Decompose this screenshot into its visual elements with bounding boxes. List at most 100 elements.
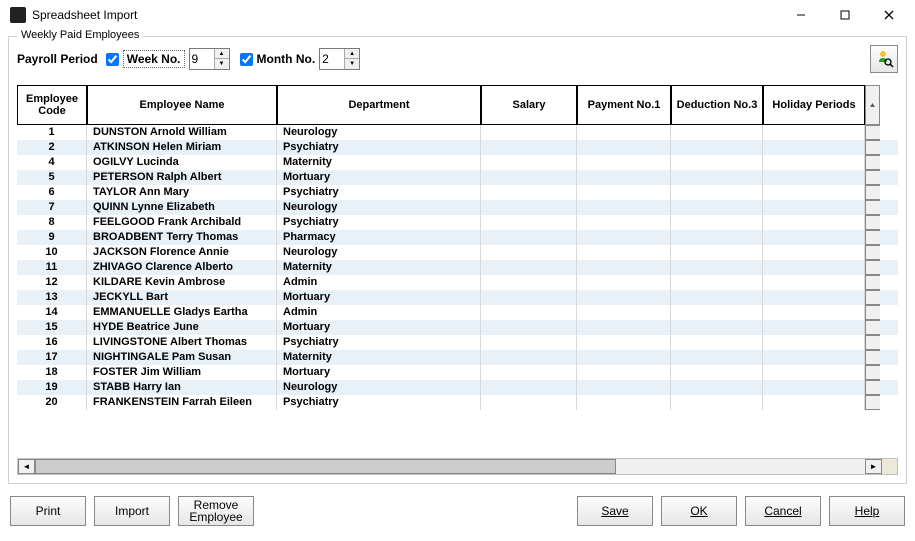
cell-salary[interactable]	[481, 155, 577, 170]
horizontal-scrollbar[interactable]: ◄ ►	[17, 458, 898, 475]
cell-holiday[interactable]	[763, 320, 865, 335]
cell-name[interactable]: OGILVY Lucinda	[87, 155, 277, 170]
cell-dept[interactable]: Neurology	[277, 245, 481, 260]
cell-dept[interactable]: Mortuary	[277, 290, 481, 305]
col-salary[interactable]: Salary	[481, 85, 577, 125]
cell-dept[interactable]: Neurology	[277, 380, 481, 395]
cell-salary[interactable]	[481, 275, 577, 290]
cell-salary[interactable]	[481, 125, 577, 140]
save-button[interactable]: Save	[577, 496, 653, 526]
cell-dept[interactable]: Neurology	[277, 125, 481, 140]
cell-code[interactable]: 5	[17, 170, 87, 185]
cell-dept[interactable]: Mortuary	[277, 365, 481, 380]
search-employee-button[interactable]	[870, 45, 898, 73]
week-up-button[interactable]: ▲	[215, 49, 229, 59]
cell-holiday[interactable]	[763, 140, 865, 155]
cell-dept[interactable]: Psychiatry	[277, 215, 481, 230]
cell-deduction[interactable]	[671, 260, 763, 275]
cell-deduction[interactable]	[671, 245, 763, 260]
cell-dept[interactable]: Psychiatry	[277, 185, 481, 200]
col-payment[interactable]: Payment No.1	[577, 85, 671, 125]
scroll-right-button[interactable]: ►	[865, 459, 882, 474]
cell-deduction[interactable]	[671, 170, 763, 185]
cell-dept[interactable]: Mortuary	[277, 170, 481, 185]
cell-deduction[interactable]	[671, 215, 763, 230]
cell-salary[interactable]	[481, 290, 577, 305]
table-row[interactable]: 4OGILVY LucindaMaternity	[17, 155, 898, 170]
cell-deduction[interactable]	[671, 380, 763, 395]
cell-name[interactable]: QUINN Lynne Elizabeth	[87, 200, 277, 215]
cell-code[interactable]: 4	[17, 155, 87, 170]
cell-holiday[interactable]	[763, 290, 865, 305]
cell-payment[interactable]	[577, 365, 671, 380]
cell-deduction[interactable]	[671, 365, 763, 380]
cell-deduction[interactable]	[671, 200, 763, 215]
cell-payment[interactable]	[577, 245, 671, 260]
cell-code[interactable]: 15	[17, 320, 87, 335]
cell-dept[interactable]: Admin	[277, 305, 481, 320]
cell-name[interactable]: ZHIVAGO Clarence Alberto	[87, 260, 277, 275]
cell-code[interactable]: 18	[17, 365, 87, 380]
cell-payment[interactable]	[577, 305, 671, 320]
cell-salary[interactable]	[481, 305, 577, 320]
cell-code[interactable]: 1	[17, 125, 87, 140]
cell-holiday[interactable]	[763, 155, 865, 170]
cell-salary[interactable]	[481, 140, 577, 155]
cell-deduction[interactable]	[671, 140, 763, 155]
cell-payment[interactable]	[577, 260, 671, 275]
table-row[interactable]: 6TAYLOR Ann MaryPsychiatry	[17, 185, 898, 200]
cell-name[interactable]: FRANKENSTEIN Farrah Eileen	[87, 395, 277, 410]
print-button[interactable]: Print	[10, 496, 86, 526]
cell-salary[interactable]	[481, 245, 577, 260]
cell-salary[interactable]	[481, 395, 577, 410]
cell-name[interactable]: LIVINGSTONE Albert Thomas	[87, 335, 277, 350]
cell-name[interactable]: JACKSON Florence Annie	[87, 245, 277, 260]
help-button[interactable]: Help	[829, 496, 905, 526]
cell-name[interactable]: FOSTER Jim William	[87, 365, 277, 380]
cell-payment[interactable]	[577, 230, 671, 245]
cell-payment[interactable]	[577, 350, 671, 365]
cell-code[interactable]: 2	[17, 140, 87, 155]
cell-code[interactable]: 19	[17, 380, 87, 395]
cell-code[interactable]: 16	[17, 335, 87, 350]
remove-employee-button[interactable]: Remove Employee	[178, 496, 254, 526]
cell-code[interactable]: 9	[17, 230, 87, 245]
table-row[interactable]: 7QUINN Lynne ElizabethNeurology	[17, 200, 898, 215]
cell-payment[interactable]	[577, 335, 671, 350]
cell-holiday[interactable]	[763, 305, 865, 320]
cell-salary[interactable]	[481, 350, 577, 365]
cell-holiday[interactable]	[763, 260, 865, 275]
cell-dept[interactable]: Psychiatry	[277, 140, 481, 155]
cell-dept[interactable]: Neurology	[277, 200, 481, 215]
cell-code[interactable]: 13	[17, 290, 87, 305]
cell-payment[interactable]	[577, 395, 671, 410]
cell-deduction[interactable]	[671, 320, 763, 335]
cell-payment[interactable]	[577, 185, 671, 200]
cell-holiday[interactable]	[763, 395, 865, 410]
minimize-button[interactable]	[779, 1, 823, 29]
cell-code[interactable]: 11	[17, 260, 87, 275]
week-down-button[interactable]: ▼	[215, 59, 229, 69]
cell-salary[interactable]	[481, 365, 577, 380]
week-checkbox[interactable]	[106, 53, 119, 66]
maximize-button[interactable]	[823, 1, 867, 29]
ok-button[interactable]: OK	[661, 496, 737, 526]
col-employee-code[interactable]: Employee Code	[17, 85, 87, 125]
cell-salary[interactable]	[481, 320, 577, 335]
cell-holiday[interactable]	[763, 230, 865, 245]
cell-payment[interactable]	[577, 155, 671, 170]
cell-salary[interactable]	[481, 170, 577, 185]
cell-deduction[interactable]	[671, 395, 763, 410]
cell-holiday[interactable]	[763, 275, 865, 290]
col-holiday[interactable]: Holiday Periods	[763, 85, 865, 125]
table-row[interactable]: 9BROADBENT Terry ThomasPharmacy	[17, 230, 898, 245]
cell-holiday[interactable]	[763, 170, 865, 185]
cell-name[interactable]: DUNSTON Arnold William	[87, 125, 277, 140]
cell-holiday[interactable]	[763, 200, 865, 215]
cell-holiday[interactable]	[763, 185, 865, 200]
week-input[interactable]	[190, 49, 214, 69]
table-row[interactable]: 19STABB Harry IanNeurology	[17, 380, 898, 395]
cell-payment[interactable]	[577, 215, 671, 230]
cell-dept[interactable]: Maternity	[277, 260, 481, 275]
table-row[interactable]: 11ZHIVAGO Clarence AlbertoMaternity	[17, 260, 898, 275]
